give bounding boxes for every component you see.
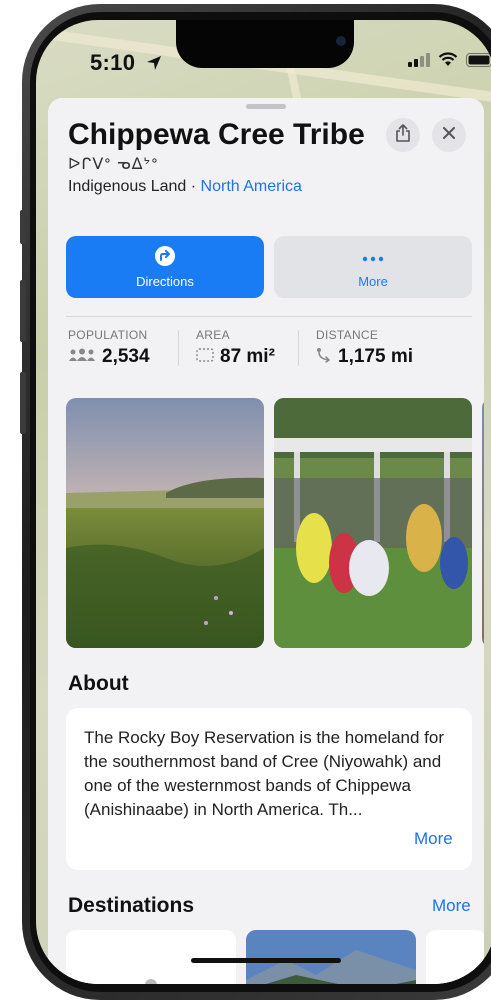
map-pin-icon	[144, 978, 158, 984]
ellipsis-icon	[362, 250, 384, 265]
close-button[interactable]	[432, 118, 466, 152]
stat-value: 1,175 mi	[338, 346, 413, 367]
area-icon	[196, 347, 214, 367]
subtitle-separator: ·	[186, 178, 201, 195]
distance-icon	[316, 347, 332, 368]
stats-divider-top	[66, 316, 472, 317]
stat-separator	[298, 330, 299, 366]
destinations-heading: Destinations	[68, 894, 195, 917]
stat-distance: DISTANCE 1,175 mi	[316, 328, 413, 368]
phone-screen: 5:10 Chippewa Cree Tribe ᐅᒋᐯᐤ ᓀᐃᔾᐤ Indig…	[36, 20, 491, 984]
place-category: Indigenous Land	[68, 178, 187, 195]
wifi-icon	[438, 52, 458, 72]
battery-icon	[466, 52, 491, 72]
front-camera	[336, 36, 346, 46]
place-card-sheet[interactable]: Chippewa Cree Tribe ᐅᒋᐯᐤ ᓀᐃᔾᐤ Indigenous…	[48, 98, 484, 984]
about-more-link[interactable]: More	[414, 829, 453, 849]
status-icons	[408, 52, 491, 72]
share-icon	[395, 123, 411, 147]
destinations-more-link[interactable]: More	[432, 896, 471, 916]
photo-partial[interactable]	[482, 398, 484, 648]
status-time: 5:10	[90, 50, 162, 77]
stat-separator	[178, 330, 179, 366]
native-name: ᐅᒋᐯᐤ ᓀᐃᔾᐤ	[68, 156, 159, 173]
share-button[interactable]	[386, 118, 420, 152]
stat-value: 2,534	[102, 346, 150, 367]
cellular-signal-icon	[408, 52, 430, 72]
action-button	[20, 210, 26, 244]
place-title: Chippewa Cree Tribe	[68, 118, 365, 151]
destination-card[interactable]	[426, 930, 484, 984]
photo-powwow[interactable]	[274, 398, 472, 648]
stat-label: POPULATION	[68, 328, 148, 342]
volume-up-button	[20, 280, 26, 342]
stat-label: DISTANCE	[316, 328, 379, 342]
place-subtitle: Indigenous Land · North America	[68, 178, 302, 196]
people-icon	[68, 348, 96, 367]
dynamic-notch	[176, 20, 354, 68]
directions-icon	[154, 245, 176, 270]
about-card[interactable]: The Rocky Boy Reservation is the homelan…	[66, 708, 472, 870]
photo-landscape[interactable]	[66, 398, 264, 648]
destination-card[interactable]	[66, 930, 236, 984]
close-icon	[442, 126, 456, 145]
volume-down-button	[20, 372, 26, 434]
location-arrow-icon	[146, 51, 162, 77]
sheet-grabber[interactable]	[246, 104, 286, 109]
about-heading: About	[68, 672, 129, 695]
about-text: The Rocky Boy Reservation is the homelan…	[84, 728, 445, 819]
stat-area: AREA 87 mi²	[196, 328, 275, 368]
stat-label: AREA	[196, 328, 230, 342]
region-link[interactable]: North America	[201, 178, 302, 195]
directions-button[interactable]: Directions	[66, 236, 264, 298]
stat-population: POPULATION 2,534	[68, 328, 150, 368]
stat-value: 87 mi²	[220, 346, 275, 367]
destination-card[interactable]	[246, 930, 416, 984]
more-actions-button[interactable]: More	[274, 236, 472, 298]
more-actions-label: More	[358, 273, 388, 289]
home-indicator[interactable]	[191, 958, 341, 963]
directions-label: Directions	[136, 273, 194, 289]
